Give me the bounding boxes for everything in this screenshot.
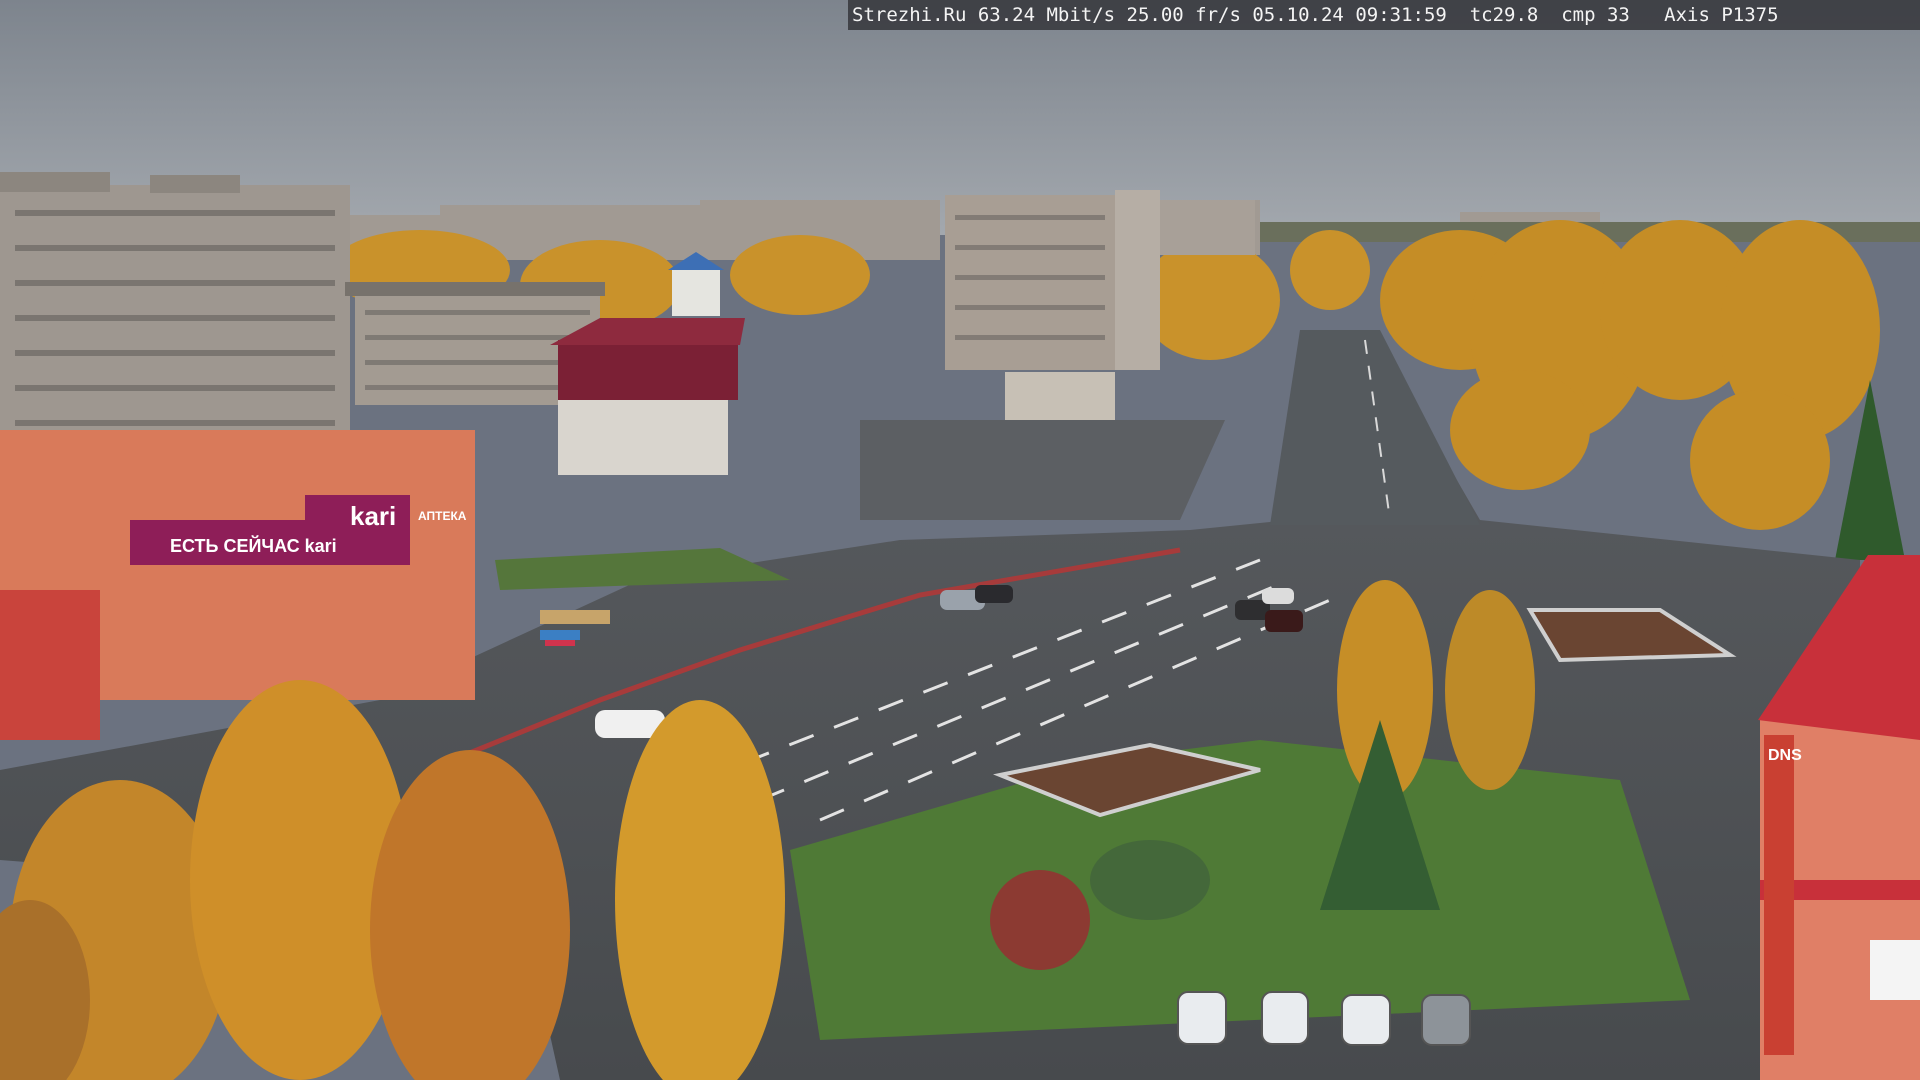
pharmacy-sign: АПТЕКА — [418, 509, 467, 523]
camera-overlay-text: Strezhi.Ru 63.24 Mbit/s 25.00 fr/s 05.10… — [848, 0, 1920, 30]
store-sign-banner: ЕСТЬ СЕЙЧАС kari — [170, 535, 337, 556]
plaza-asphalt — [860, 420, 1225, 520]
dns-sign: DNS — [1768, 747, 1802, 764]
blue-roof-tower — [668, 252, 724, 316]
webcam-scene: kari ЕСТЬ СЕЙЧАС kari АПТЕКА DNS — [0, 0, 1920, 1080]
maroon-roof-building — [550, 318, 745, 475]
low-building-center — [1005, 372, 1115, 420]
kari-store-building — [0, 430, 475, 740]
store-sign-main: kari — [350, 501, 396, 531]
